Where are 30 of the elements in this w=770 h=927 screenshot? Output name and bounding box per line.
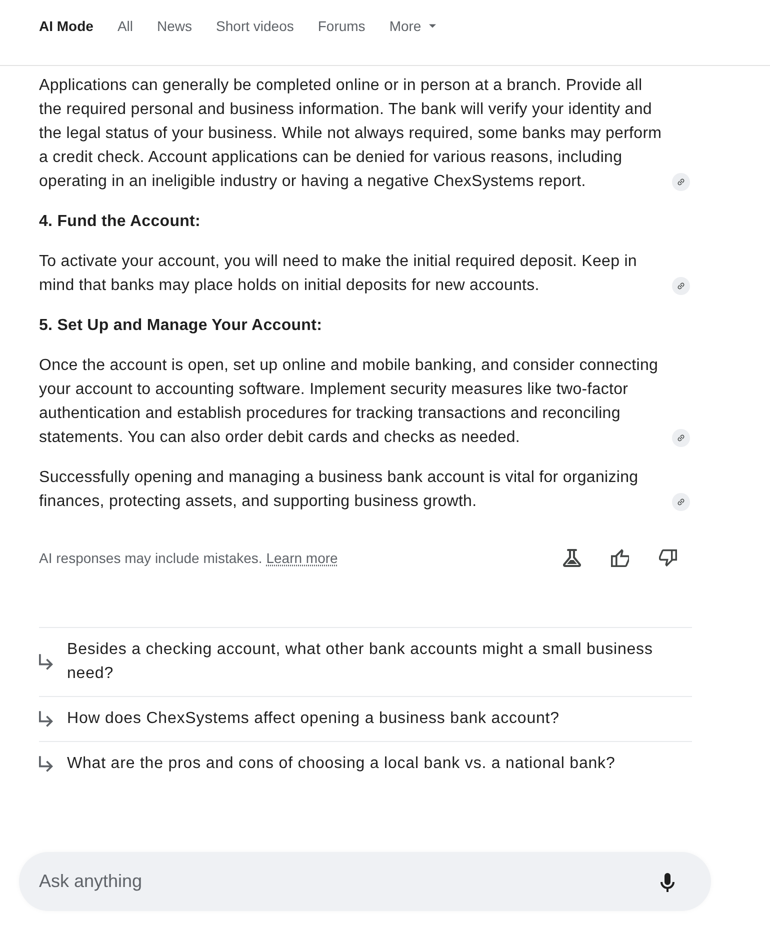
link-icon[interactable] — [672, 429, 690, 447]
paragraph-text: Successfully opening and managing a business bank account is vital for organizing finances, protecting assets, and supporting business growth. — [39, 468, 640, 512]
disclaimer-text: AI responses may include mistakes. Learn more — [39, 549, 338, 568]
link-icon[interactable] — [672, 277, 690, 295]
bent-arrow-icon — [39, 711, 53, 727]
section-heading: 4. Fund the Account: — [39, 212, 202, 232]
link-icon[interactable] — [672, 173, 690, 191]
bent-arrow-icon — [39, 654, 53, 670]
tab[interactable]: All — [117, 16, 134, 36]
follow-up-question[interactable]: How does ChexSystems affect opening a business bank account? — [39, 696, 692, 741]
thumbs-down-icon — [659, 549, 677, 567]
tab[interactable]: Short videos — [216, 16, 294, 36]
paragraph-text: Once the account is open, set up online and mobile banking, and consider connecting your account to accounting software. Implement security measures like two-factor authentication and establish procedures for tracking transactions and reconciling statements. You can also order debit cards and checks as needed. — [39, 356, 660, 448]
tab[interactable]: AI Mode — [39, 16, 94, 36]
bent-arrow-icon — [39, 756, 53, 772]
paragraph-text: To activate your account, you will need to make the initial required deposit. Keep in mind that banks may place holds on initial deposits for new accounts. — [39, 252, 638, 296]
microphone-icon — [660, 872, 674, 892]
more-menu-tab[interactable]: More — [389, 16, 436, 36]
caret-icon — [429, 24, 436, 28]
link-icon[interactable] — [672, 493, 690, 511]
flask-icon — [563, 549, 581, 567]
tab[interactable]: News — [157, 16, 192, 36]
section-heading: 5. Set Up and Manage Your Account: — [39, 316, 324, 336]
paragraph-text: Applications can generally be completed online or in person at a branch. Provide all the required personal and business information. The bank will verify your identity and the legal status of your business. While not always required, some banks may perform a credit check. Account applications can be denied for various reasons, including operating in an ineligible industry or having a negative ChexSystems report. — [39, 76, 663, 192]
thumbs-up-icon — [611, 549, 629, 567]
follow-up-question[interactable]: What are the pros and cons of choosing a local bank vs. a national bank? — [39, 741, 692, 786]
learn-more-link[interactable]: Learn more — [266, 550, 338, 566]
tab[interactable]: Forums — [318, 16, 366, 36]
ask-field[interactable]: Ask anything — [19, 852, 711, 911]
follow-up-question[interactable]: Besides a checking account, what other bank accounts might a small business need? — [39, 627, 692, 696]
